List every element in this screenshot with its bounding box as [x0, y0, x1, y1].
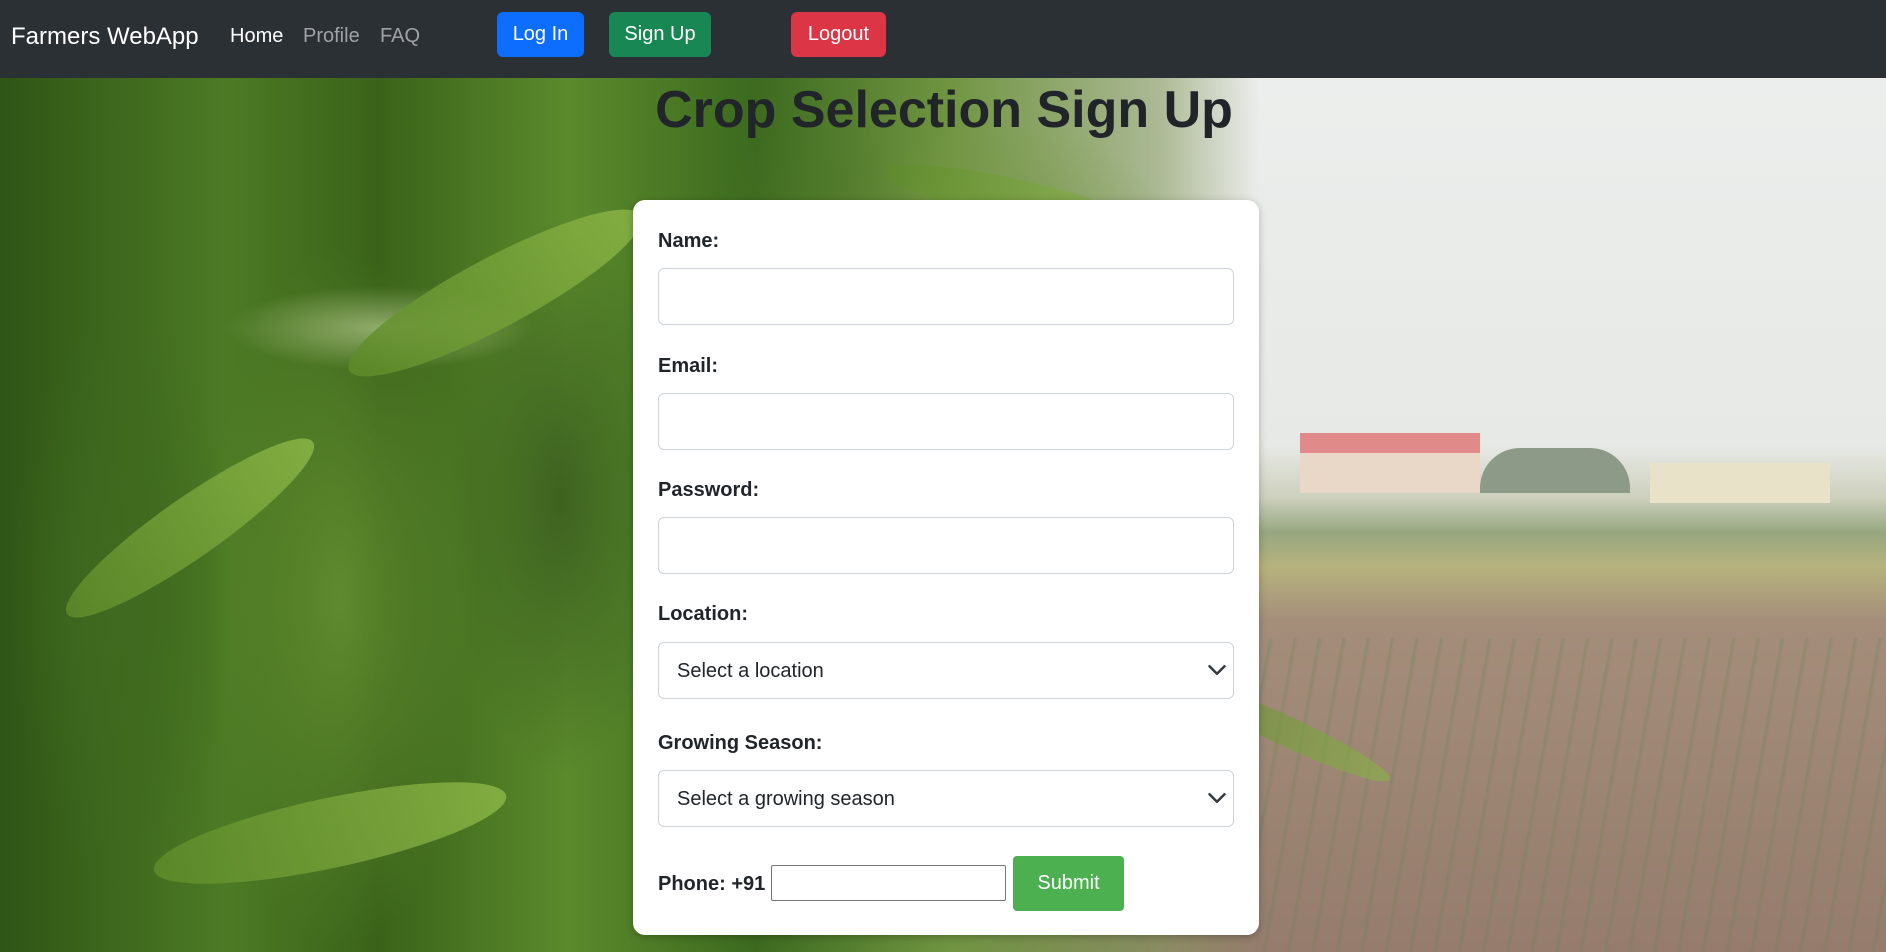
phone-input[interactable] — [771, 865, 1006, 901]
season-select[interactable]: Select a growing season — [658, 770, 1234, 827]
nav-link-faq[interactable]: FAQ — [380, 23, 420, 49]
nav-link-home[interactable]: Home — [230, 23, 283, 49]
background-building — [1300, 433, 1480, 493]
background-building — [1650, 463, 1830, 503]
phone-label: Phone: +91 — [658, 873, 766, 895]
login-button[interactable]: Log In — [497, 12, 584, 57]
page-title: Crop Selection Sign Up — [655, 81, 1233, 139]
location-label: Location: — [658, 603, 748, 625]
submit-button[interactable]: Submit — [1013, 856, 1124, 911]
background-trees — [1480, 448, 1630, 493]
season-label: Growing Season: — [658, 732, 823, 754]
signup-form-card: Name: Email: Password: Location: Select … — [633, 200, 1259, 935]
chevron-down-icon — [1208, 665, 1226, 675]
season-select-value: Select a growing season — [677, 788, 895, 810]
logout-button[interactable]: Logout — [791, 12, 886, 57]
location-select[interactable]: Select a location — [658, 642, 1234, 699]
email-label: Email: — [658, 355, 719, 377]
navbar: Farmers WebApp Home Profile FAQ Log In S… — [0, 0, 1886, 78]
nav-link-profile[interactable]: Profile — [303, 23, 360, 49]
background-crop-rows — [1250, 638, 1886, 952]
password-input[interactable] — [658, 517, 1234, 574]
name-input[interactable] — [658, 268, 1234, 325]
name-label: Name: — [658, 230, 720, 252]
email-input[interactable] — [658, 393, 1234, 450]
password-label: Password: — [658, 479, 760, 501]
page-title-container: Crop Selection Sign Up — [0, 80, 1886, 140]
signup-button[interactable]: Sign Up — [609, 12, 711, 57]
location-select-value: Select a location — [677, 660, 824, 682]
chevron-down-icon — [1208, 793, 1226, 803]
brand-logo-text[interactable]: Farmers WebApp — [11, 22, 199, 52]
